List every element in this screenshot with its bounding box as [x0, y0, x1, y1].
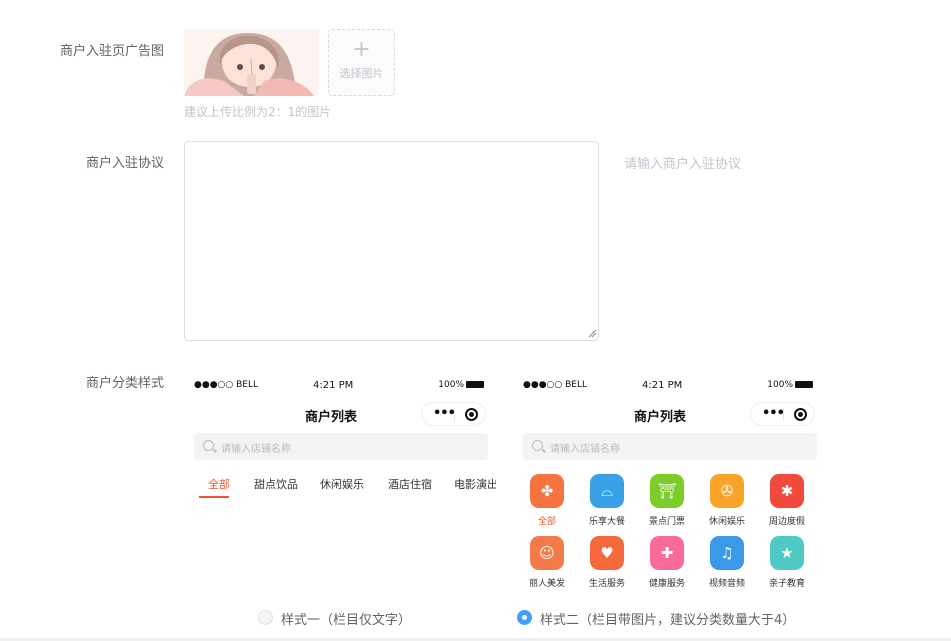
category-tabs: 全部 甜点饮品 休闲娱乐 酒店住宿 电影演出: [186, 476, 496, 506]
status-time: 4:21 PM: [313, 380, 354, 391]
battery-status: 100%: [438, 380, 484, 390]
style-one-label: 样式一（栏目仅文字）: [281, 613, 412, 628]
category-item: ⛩ 景点门票: [637, 474, 697, 527]
mini-program-capsule: •••: [421, 402, 486, 426]
close-target-icon: [465, 408, 478, 421]
category-item: ⌓ 乐享大餐: [577, 474, 637, 527]
hand-heart-icon: ♥: [590, 536, 624, 570]
category-label: 丽人美发: [528, 579, 565, 589]
radio-circle[interactable]: [258, 610, 273, 625]
anime-girl-illustration: [184, 29, 319, 96]
select-image-button[interactable]: + 选择图片: [328, 29, 395, 96]
style-one-preview: ●●●○○ BELL 4:21 PM 100% 商户列表 ••• 请输入店铺名称…: [186, 374, 496, 596]
category-style-label: 商户分类样式: [85, 376, 164, 391]
mini-program-capsule: •••: [750, 402, 815, 426]
search-placeholder: 请输入店铺名称: [221, 444, 291, 455]
radio-circle-checked[interactable]: [517, 610, 532, 625]
search-icon: [532, 440, 543, 451]
category-label: 乐享大餐: [588, 517, 625, 527]
landmark-icon: ⛩: [650, 474, 684, 508]
category-item: ✇ 休闲娱乐: [697, 474, 757, 527]
capsule-divider: [454, 408, 455, 421]
search-icon: [203, 440, 214, 451]
category-item: ✤ 全部: [517, 474, 577, 527]
category-label: 休闲娱乐: [708, 517, 745, 527]
category-item: ♥ 生活服务: [577, 536, 637, 589]
headphones-icon: ♫: [710, 536, 744, 570]
plus-icon: +: [352, 37, 371, 62]
resize-handle-icon[interactable]: [588, 329, 597, 338]
tab-all: 全部: [208, 478, 230, 491]
category-label: 全部: [537, 517, 556, 527]
parent-child-icon: ★: [770, 536, 804, 570]
ad-image-thumbnail[interactable]: [184, 29, 319, 96]
store-search-bar: 请输入店铺名称: [194, 433, 488, 460]
status-bar: ●●●○○ BELL 4:21 PM 100%: [515, 380, 825, 394]
category-item: ☺ 丽人美发: [517, 536, 577, 589]
battery-status: 100%: [767, 380, 813, 390]
ad-image-hint: 建议上传比例为2：1的图片: [184, 105, 332, 119]
battery-percent: 100%: [767, 380, 793, 390]
tab-leisure: 休闲娱乐: [320, 478, 364, 491]
category-item: ♫ 视频音频: [697, 536, 757, 589]
agreement-placeholder: 请输入商户入驻协议: [624, 157, 742, 172]
battery-icon: [795, 381, 813, 388]
style-one-radio[interactable]: 样式一（栏目仅文字）: [258, 609, 411, 629]
tab-hotels: 酒店住宿: [388, 478, 432, 491]
film-reel-icon: ✇: [710, 474, 744, 508]
category-item: ✚ 健康服务: [637, 536, 697, 589]
category-label: 视频音频: [708, 579, 745, 589]
battery-icon: [466, 381, 484, 388]
store-search-bar: 请输入店铺名称: [523, 433, 817, 460]
tab-movies: 电影演出: [454, 478, 496, 491]
style-two-label: 样式二（栏目带图片，建议分类数量大于4）: [540, 613, 796, 628]
ad-image-label: 商户入驻页广告图: [59, 44, 164, 59]
tab-desserts: 甜点饮品: [254, 478, 298, 491]
close-target-icon: [794, 408, 807, 421]
category-label: 生活服务: [588, 579, 625, 589]
category-item: ✱ 周边度假: [757, 474, 817, 527]
medical-kit-icon: ✚: [650, 536, 684, 570]
style-two-preview: ●●●○○ BELL 4:21 PM 100% 商户列表 ••• 请输入店铺名称…: [515, 374, 825, 596]
grid-icon: ✤: [530, 474, 564, 508]
status-bar: ●●●○○ BELL 4:21 PM 100%: [186, 380, 496, 394]
dish-cover-icon: ⌓: [590, 474, 624, 508]
search-placeholder: 请输入店铺名称: [550, 444, 620, 455]
category-label: 健康服务: [648, 579, 685, 589]
style-two-radio[interactable]: 样式二（栏目带图片，建议分类数量大于4）: [517, 609, 795, 629]
palm-tree-icon: ✱: [770, 474, 804, 508]
more-dots-icon: •••: [762, 406, 785, 421]
status-time: 4:21 PM: [642, 380, 683, 391]
agreement-label: 商户入驻协议: [85, 156, 164, 171]
active-tab-underline: [199, 496, 229, 498]
category-label: 周边度假: [768, 517, 805, 527]
select-image-label: 选择图片: [339, 67, 384, 80]
carrier-text: ●●●○○ BELL: [194, 380, 259, 390]
more-dots-icon: •••: [433, 406, 456, 421]
beauty-face-icon: ☺: [530, 536, 564, 570]
category-label: 景点门票: [648, 517, 685, 527]
category-item: ★ 亲子教育: [757, 536, 817, 589]
category-label: 亲子教育: [768, 579, 805, 589]
capsule-divider: [783, 408, 784, 421]
carrier-text: ●●●○○ BELL: [523, 380, 588, 390]
agreement-textarea[interactable]: [184, 141, 599, 341]
battery-percent: 100%: [438, 380, 464, 390]
